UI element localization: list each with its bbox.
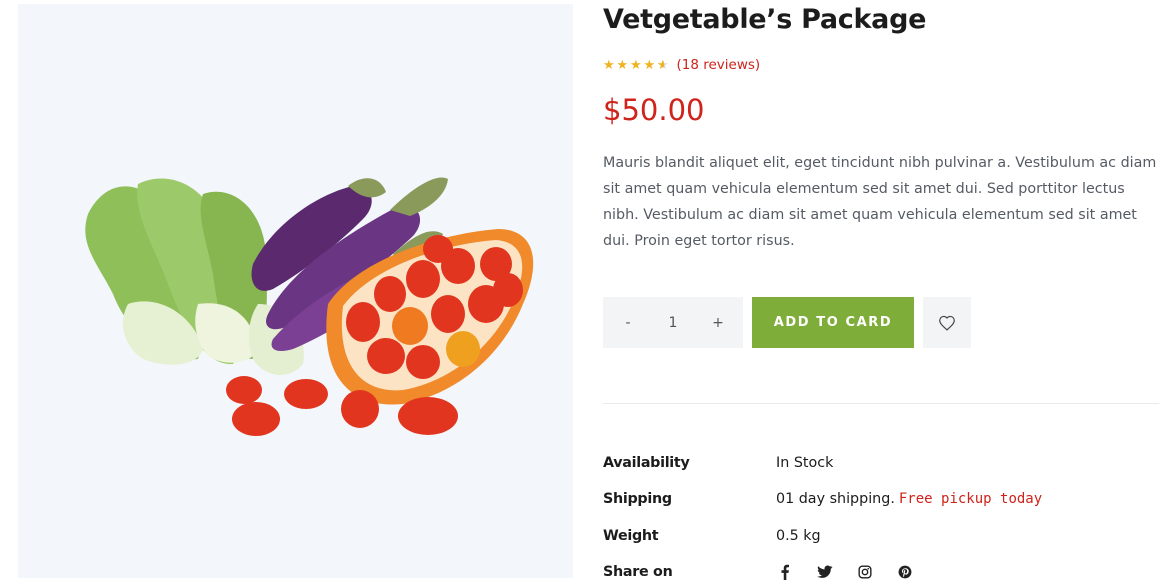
product-title: Vetgetable’s Package (603, 4, 927, 35)
shipping-value: 01 day shipping. (776, 491, 895, 507)
shipping-row: Shipping 01 day shipping. Free pickup to… (603, 488, 1159, 510)
wishlist-button[interactable] (923, 297, 971, 348)
product-description: Mauris blandit aliquet elit, eget tincid… (603, 155, 1157, 249)
heart-icon (939, 315, 955, 331)
star-icon: ★ (643, 57, 656, 72)
facebook-icon[interactable] (776, 563, 794, 581)
availability-row: Availability In Stock (603, 452, 1159, 474)
half-star-icon: ★ (657, 58, 671, 73)
reviews-link[interactable]: (18 reviews) (677, 57, 761, 73)
weight-row: Weight 0.5 kg (603, 525, 1159, 547)
weight-value: 0.5 kg (776, 528, 821, 544)
weight-label: Weight (603, 528, 659, 544)
vegetables-illustration (85, 177, 534, 436)
free-pickup-note: Free pickup today (898, 491, 1043, 507)
star-icon: ★ (616, 57, 629, 72)
quantity-stepper: - 1 + (603, 297, 743, 348)
pinterest-icon[interactable] (896, 563, 914, 581)
star-icon: ★ (603, 57, 615, 72)
share-icons (776, 563, 914, 581)
star-icon: ★ (630, 57, 642, 72)
product-rating: ★ ★ ★ ★ ★ (18 reviews) (603, 57, 760, 73)
share-label: Share on (603, 564, 673, 580)
add-to-cart-button[interactable]: ADD TO CARD (752, 297, 914, 348)
rating-stars: ★ ★ ★ ★ ★ (603, 57, 671, 73)
increase-quantity-button[interactable]: + (711, 315, 725, 331)
product-image (18, 4, 573, 578)
decrease-quantity-button[interactable]: - (621, 315, 635, 331)
divider (603, 403, 1159, 404)
product-price: $50.00 (603, 93, 705, 127)
availability-value: In Stock (776, 455, 834, 471)
availability-label: Availability (603, 455, 690, 471)
twitter-icon[interactable] (816, 563, 834, 581)
quantity-input[interactable]: 1 (669, 315, 678, 331)
share-row: Share on (603, 561, 1159, 583)
shipping-label: Shipping (603, 491, 672, 507)
instagram-icon[interactable] (856, 563, 874, 581)
